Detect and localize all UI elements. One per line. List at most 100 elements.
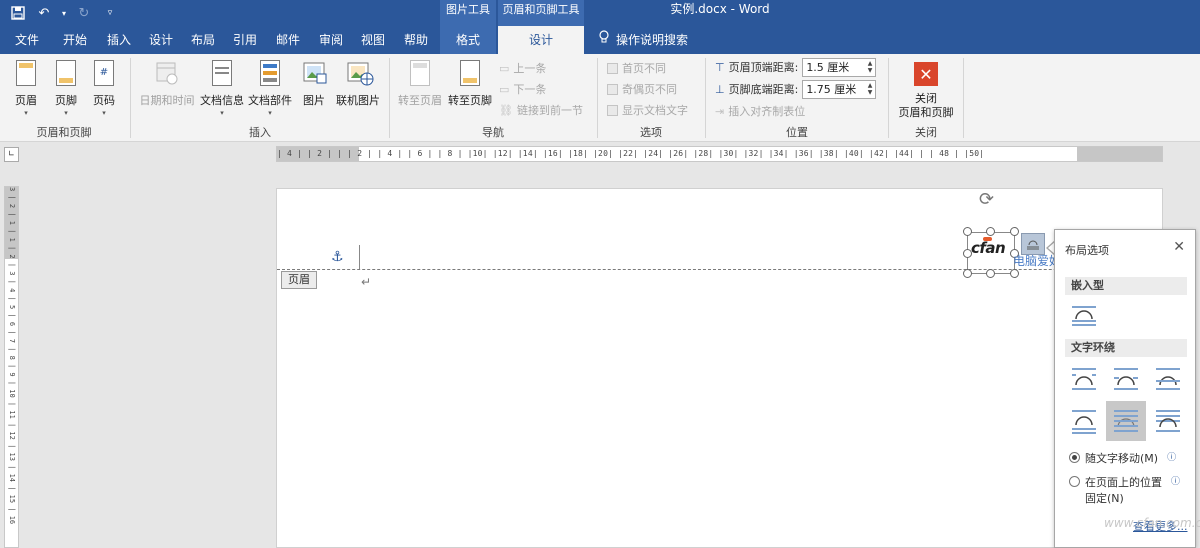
rotate-handle-icon[interactable]: ⟳	[979, 189, 994, 210]
goto-footer-icon	[458, 60, 482, 88]
page-number-label: 页码	[93, 94, 115, 107]
goto-header-button[interactable]: 转至页眉	[395, 60, 445, 108]
resize-handle[interactable]	[1010, 227, 1019, 236]
group-position: ⊤ 页眉顶端距离: 1.5 厘米 ▲ ▼ ⊥ 页脚底端距离: 1.75 厘米 ▲ ▼…	[707, 54, 887, 142]
different-odd-even-checkbox[interactable]: 奇偶页不同	[607, 79, 677, 99]
ruler-labels: | 4 | | 2 | | | 2 | | 4 | | 6 | | 8 | |1…	[277, 149, 985, 158]
page-number-button[interactable]: # 页码 ▾	[86, 60, 122, 117]
tell-me-search[interactable]: 操作说明搜索	[598, 26, 688, 54]
goto-footer-button[interactable]: 转至页脚	[445, 60, 495, 108]
spin-arrows-icon[interactable]: ▲ ▼	[868, 82, 876, 96]
page-number-icon: #	[92, 60, 116, 88]
online-picture-button[interactable]: 联机图片	[332, 60, 384, 108]
header-top-distance-row: ⊤ 页眉顶端距离: 1.5 厘米 ▲ ▼	[715, 57, 877, 77]
lightbulb-icon	[598, 26, 610, 54]
chevron-down-icon: ▾	[24, 109, 28, 117]
resize-handle[interactable]	[986, 227, 995, 236]
calendar-icon	[155, 60, 179, 88]
next-label: 下一条	[513, 83, 547, 96]
tab-design[interactable]: 设计	[142, 26, 180, 54]
ribbon-separator	[963, 58, 964, 138]
next-button[interactable]: ▭ 下一条	[499, 79, 546, 99]
tab-layout[interactable]: 布局	[184, 26, 222, 54]
wrap-inline-icon[interactable]	[1069, 302, 1099, 332]
checkbox-icon	[607, 83, 618, 95]
wrap-in-front-icon[interactable]	[1153, 406, 1183, 436]
different-first-page-checkbox[interactable]: 首页不同	[607, 58, 666, 78]
picture-icon	[302, 60, 327, 88]
spin-arrows-icon[interactable]: ▲ ▼	[868, 60, 876, 74]
document-page[interactable]: 页眉 ⚓ ↵ ⟳ cfan 电脑爱好	[276, 188, 1163, 548]
customize-qat-icon[interactable]: ▿	[100, 3, 120, 23]
tab-header-footer-design[interactable]: 设计	[498, 26, 584, 54]
footer-label: 页脚	[55, 94, 77, 107]
picture-button[interactable]: 图片	[296, 60, 332, 108]
ribbon-separator	[705, 58, 706, 138]
link-icon: ⛓	[499, 103, 513, 117]
resize-handle[interactable]	[986, 269, 995, 278]
wrap-through-icon[interactable]	[1153, 364, 1183, 394]
ribbon-tabs: 文件 开始 插入 设计 布局 引用 邮件 审阅 视图 帮助 格式 设计 操作说明…	[0, 26, 1200, 54]
insert-alignment-tab-button[interactable]: ⇥ 插入对齐制表位	[715, 101, 805, 121]
group-insert: 日期和时间 文档信息 ▾ 文档部件 ▾ 图片 联机图片 插入	[132, 54, 388, 142]
fix-position-line2: 固定(N)	[1085, 492, 1124, 505]
picture-label: 图片	[303, 94, 325, 107]
group-label-options: 选项	[640, 126, 662, 139]
resize-handle[interactable]	[963, 227, 972, 236]
footer-icon	[54, 60, 78, 88]
tab-help[interactable]: 帮助	[397, 26, 435, 54]
info-icon[interactable]: ⓘ	[1167, 450, 1176, 463]
close-header-footer-button[interactable]: ✕ 关闭 页眉和页脚	[890, 54, 962, 122]
doc-info-button[interactable]: 文档信息 ▾	[198, 60, 246, 117]
wrap-top-bottom-icon[interactable]	[1069, 406, 1099, 436]
footer-bottom-distance-label: 页脚底端距离:	[728, 83, 799, 96]
tab-review[interactable]: 审阅	[312, 26, 350, 54]
show-document-text-checkbox[interactable]: 显示文档文字	[607, 100, 688, 120]
insert-alignment-tab-label: 插入对齐制表位	[728, 105, 806, 118]
window-title: 实例.docx - Word	[670, 2, 770, 16]
tab-file[interactable]: 文件	[8, 26, 46, 54]
tab-insert[interactable]: 插入	[100, 26, 138, 54]
goto-footer-label: 转至页脚	[448, 94, 492, 107]
tab-selector-button[interactable]: ∟	[4, 147, 19, 162]
wrap-tight-icon[interactable]	[1111, 364, 1141, 394]
move-with-text-option[interactable]: 随文字移动(M) ⓘ	[1069, 450, 1176, 466]
footer-button[interactable]: 页脚 ▾	[48, 60, 84, 117]
resize-handle[interactable]	[1010, 269, 1019, 278]
undo-dropdown-icon[interactable]: ▾	[60, 3, 68, 23]
header-button[interactable]: 页眉 ▾	[8, 60, 44, 117]
resize-handle[interactable]	[963, 269, 972, 278]
tab-view[interactable]: 视图	[354, 26, 392, 54]
wrap-behind-text-icon[interactable]	[1106, 401, 1146, 441]
ribbon-separator	[389, 58, 390, 138]
undo-icon[interactable]: ↶	[34, 3, 54, 23]
tab-picture-format[interactable]: 格式	[440, 26, 496, 54]
link-to-previous-button[interactable]: ⛓ 链接到前一节	[499, 100, 583, 120]
header-label: 页眉	[15, 94, 37, 107]
footer-bottom-distance-input[interactable]: 1.75 厘米 ▲ ▼	[802, 79, 877, 99]
previous-button[interactable]: ▭ 上一条	[499, 58, 546, 78]
fix-position-option[interactable]: 在页面上的位置 固定(N) ⓘ	[1069, 474, 1180, 506]
close-icon[interactable]: ✕	[1173, 239, 1185, 255]
pane-title: 布局选项	[1065, 244, 1109, 257]
group-header-footer: 页眉 ▾ 页脚 ▾ # 页码 ▾ 页眉和页脚	[0, 54, 128, 142]
tab-home[interactable]: 开始	[56, 26, 94, 54]
save-icon[interactable]	[8, 3, 28, 23]
layout-options-pane: 布局选项 ✕ 嵌入型 文字环绕 随文字移动(M) ⓘ 在页面上的位置 固定(N)…	[1054, 229, 1196, 548]
previous-label: 上一条	[513, 62, 547, 75]
tab-references[interactable]: 引用	[226, 26, 264, 54]
redo-icon[interactable]: ↻	[74, 3, 94, 23]
quick-parts-button[interactable]: 文档部件 ▾	[246, 60, 294, 117]
layout-options-button[interactable]	[1021, 233, 1045, 255]
ribbon: 页眉 ▾ 页脚 ▾ # 页码 ▾ 页眉和页脚 日期和时间 文档信息 ▾ 文档部件…	[0, 54, 1200, 142]
header-top-distance-input[interactable]: 1.5 厘米 ▲ ▼	[802, 57, 877, 77]
resize-handle[interactable]	[963, 249, 972, 258]
radio-unselected-icon	[1069, 476, 1080, 487]
horizontal-ruler[interactable]: | 4 | | 2 | | | 2 | | 4 | | 6 | | 8 | |1…	[276, 146, 1163, 162]
previous-icon: ▭	[499, 61, 510, 75]
vertical-ruler[interactable]: 3 | 2 | 1 | 1 | 2 | 3 | 4 | 5 | 6 | 7 | …	[4, 186, 19, 548]
date-time-button[interactable]: 日期和时间	[136, 60, 198, 108]
wrap-square-icon[interactable]	[1069, 364, 1099, 394]
info-icon[interactable]: ⓘ	[1171, 474, 1180, 487]
tab-mailings[interactable]: 邮件	[269, 26, 307, 54]
